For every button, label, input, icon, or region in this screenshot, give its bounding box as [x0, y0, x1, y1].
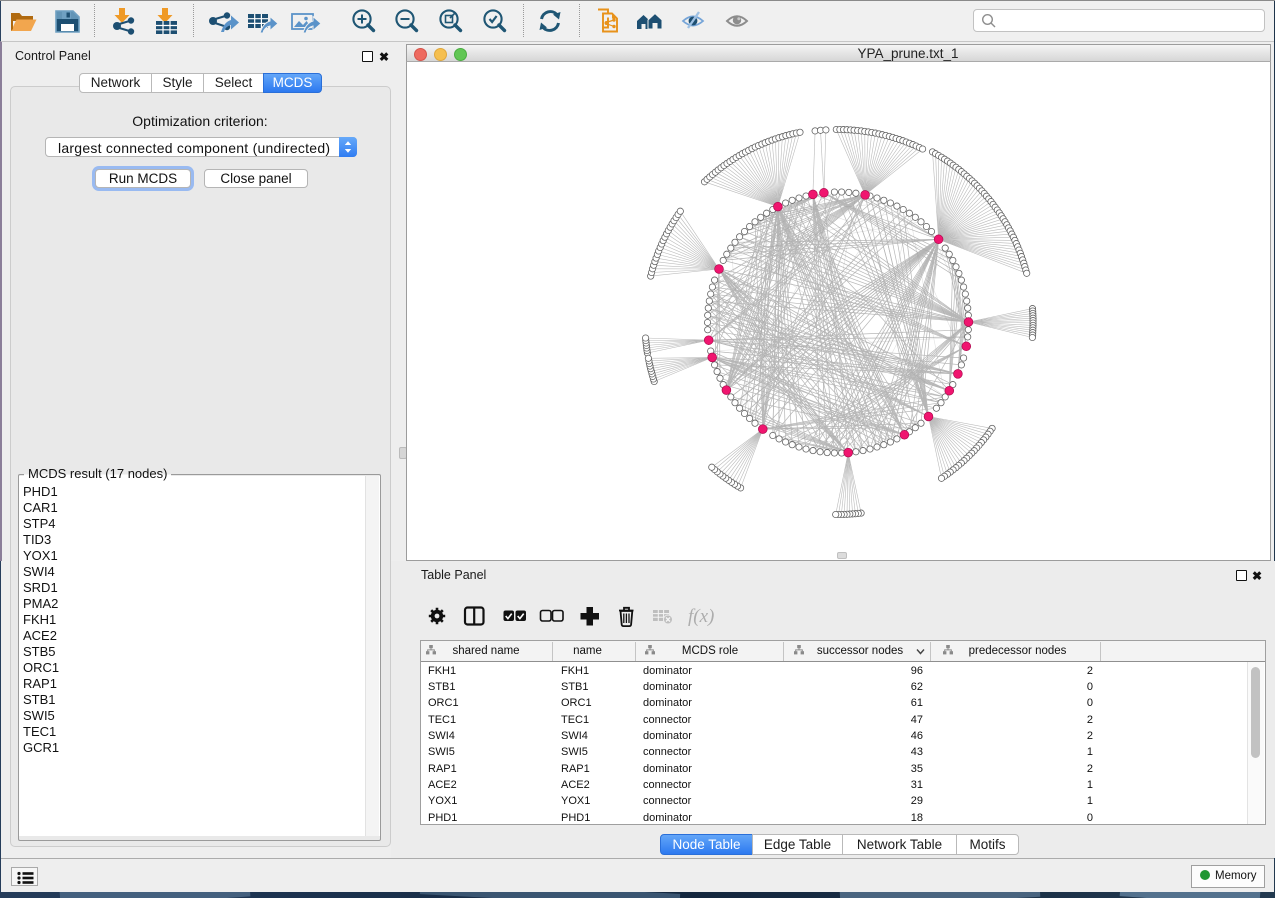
svg-text:f(x): f(x) [688, 606, 714, 627]
